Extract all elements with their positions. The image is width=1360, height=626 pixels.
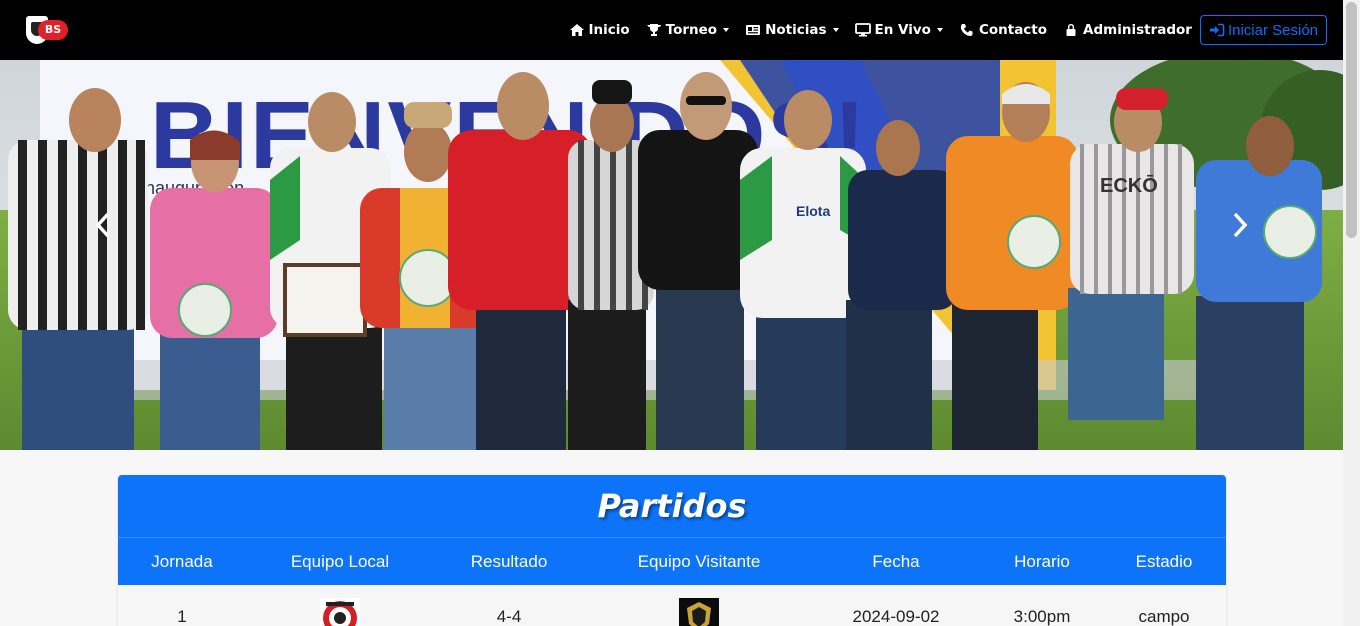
nav-torneo-label: Torneo [665, 22, 718, 38]
matches-header: Partidos Jornada Equipo Local Resultado … [118, 475, 1226, 585]
logo-badge: BS [38, 20, 68, 40]
matches-card: Partidos Jornada Equipo Local Resultado … [118, 475, 1226, 626]
nav-administrador-label: Administrador [1083, 22, 1192, 38]
chevron-down-icon [832, 28, 839, 32]
login-button[interactable]: Iniciar Sesión [1199, 15, 1327, 45]
table-row[interactable]: 1 4-4 2024-09-02 3:00pm campo [118, 585, 1226, 626]
nav-contacto[interactable]: Contacto [959, 22, 1047, 38]
top-navbar: BS Inicio Torneo Noticias En Vivo Contac… [0, 0, 1343, 60]
cell-jornada: 1 [177, 607, 187, 626]
monitor-icon [854, 23, 871, 37]
sign-in-icon [1209, 23, 1225, 37]
nav-noticias[interactable]: Noticias [745, 22, 839, 38]
page-scrollbar[interactable] [1343, 0, 1360, 626]
nav-administrador[interactable]: Administrador [1063, 22, 1192, 38]
newspaper-icon [746, 25, 761, 35]
chevron-right-icon [1233, 212, 1248, 238]
table-header-row: Jornada Equipo Local Resultado Equipo Vi… [118, 537, 1226, 585]
col-equipo-visitante: Equipo Visitante [637, 552, 761, 571]
trophy-icon [646, 24, 661, 36]
hero-carousel: BIENVENIDOS! Inauguración [0, 60, 1343, 450]
col-jornada: Jornada [151, 552, 213, 571]
nav-en-vivo-label: En Vivo [874, 22, 931, 38]
carousel-prev-button[interactable] [82, 202, 122, 248]
nav-en-vivo[interactable]: En Vivo [854, 22, 943, 38]
hero-photo: BIENVENIDOS! Inauguración [0, 60, 1343, 450]
nav-inicio[interactable]: Inicio [569, 22, 630, 38]
col-resultado: Resultado [470, 552, 548, 571]
chevron-left-icon [95, 212, 110, 238]
team-logo-visitante[interactable] [679, 598, 719, 626]
shirt-text-elota: Elota [796, 203, 830, 219]
col-fecha: Fecha [872, 552, 920, 571]
cell-resultado: 4-4 [496, 607, 522, 626]
carousel-next-button[interactable] [1221, 202, 1261, 248]
col-horario: Horario [1014, 552, 1070, 571]
phone-icon [960, 24, 973, 36]
chevron-down-icon [723, 28, 730, 32]
team-logo-local[interactable] [320, 598, 360, 626]
nav-torneo[interactable]: Torneo [646, 22, 730, 38]
shirt-text-ecko: ECKŌ [1100, 175, 1158, 197]
home-icon [569, 24, 584, 36]
col-estadio: Estadio [1135, 552, 1193, 571]
nav-contacto-label: Contacto [978, 22, 1048, 38]
chevron-down-icon [936, 28, 943, 32]
nav-noticias-label: Noticias [765, 22, 827, 38]
nav-inicio-label: Inicio [588, 22, 630, 38]
cell-fecha: 2024-09-02 [852, 607, 940, 626]
login-button-label: Iniciar Sesión [1227, 21, 1318, 39]
scrollbar-thumb[interactable] [1346, 2, 1357, 238]
matches-title: Partidos [597, 487, 747, 525]
cell-horario: 3:00pm [1013, 607, 1071, 626]
col-equipo-local: Equipo Local [290, 552, 390, 571]
cell-estadio: campo [1138, 607, 1190, 626]
site-logo[interactable]: BS [24, 12, 68, 48]
main-nav: Inicio Torneo Noticias En Vivo Contacto … [553, 0, 1327, 60]
lock-icon [1066, 24, 1076, 36]
